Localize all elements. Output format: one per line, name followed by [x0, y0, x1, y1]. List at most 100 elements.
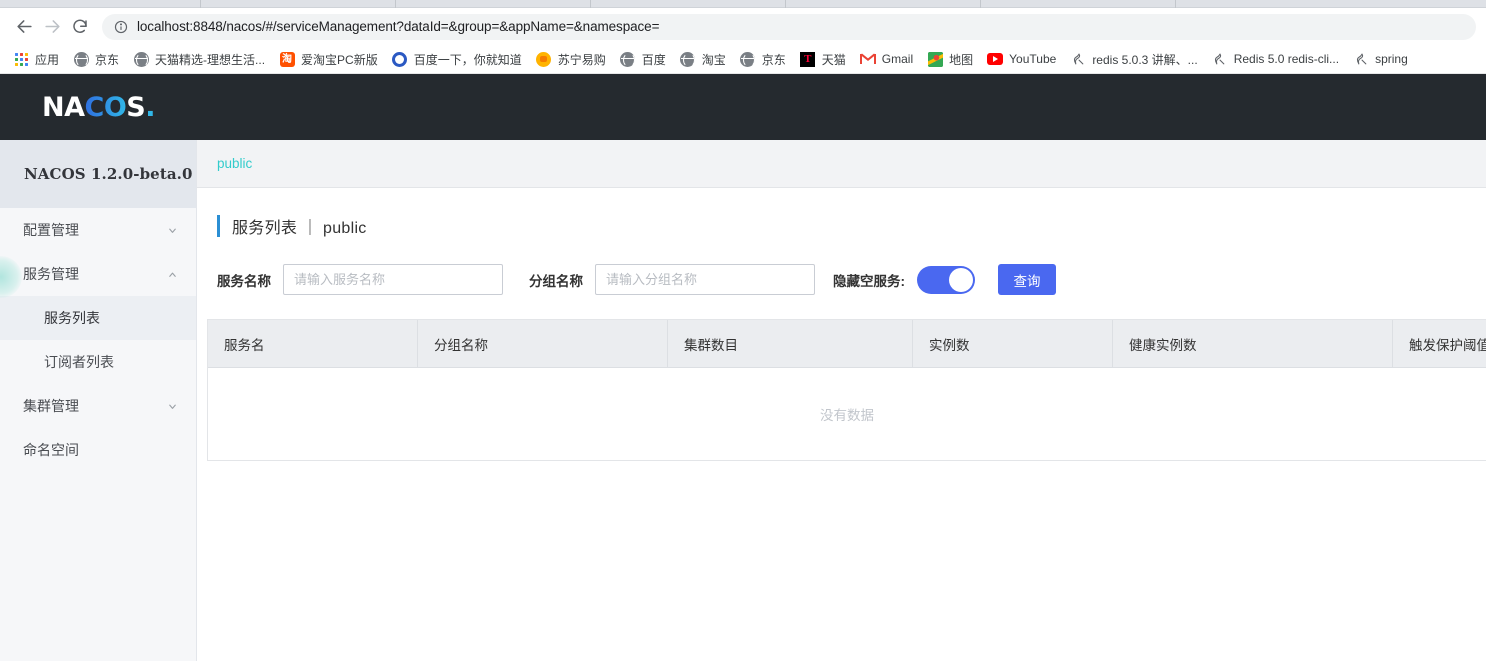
- bookmark-label: spring: [1375, 52, 1408, 66]
- table-header-instance-count[interactable]: 实例数: [913, 320, 1113, 367]
- sidebar-item-service-management[interactable]: 服务管理: [0, 252, 196, 296]
- bookmark-baidu-search[interactable]: 百度一下，你就知道: [385, 48, 529, 70]
- chevron-down-icon: [167, 225, 178, 236]
- bookmark-itaobao[interactable]: 淘 爱淘宝PC新版: [272, 48, 385, 70]
- table-body: 没有数据: [208, 368, 1486, 460]
- bookmark-tmall-select[interactable]: 天猫精选-理想生活...: [126, 48, 272, 70]
- globe-icon: [680, 51, 696, 67]
- table-header-group-name[interactable]: 分组名称: [418, 320, 668, 367]
- nacos-logo[interactable]: NA CO S.: [42, 92, 155, 123]
- arrow-right-icon: [44, 20, 60, 33]
- tab-strip[interactable]: [0, 0, 1486, 8]
- namespace-tab-public[interactable]: public: [217, 156, 252, 171]
- bookmark-icon: [1212, 51, 1228, 67]
- sidebar-version-label: NACOS 1.2.0-beta.0: [0, 140, 196, 208]
- logo-dot: .: [145, 91, 155, 123]
- bookmark-gmail[interactable]: Gmail: [853, 48, 920, 70]
- logo-part-s: S: [126, 91, 146, 123]
- globe-icon: [73, 51, 89, 67]
- forward-button[interactable]: [38, 13, 66, 41]
- bookmarks-bar: 应用 京东 天猫精选-理想生活... 淘 爱淘宝PC新版 百度一下，你就知道 苏…: [0, 45, 1486, 74]
- sidebar-item-label: 服务列表: [44, 310, 100, 326]
- info-circle-icon[interactable]: [114, 20, 128, 34]
- globe-icon: [620, 51, 636, 67]
- bookmark-label: 百度一下，你就知道: [413, 52, 522, 67]
- globe-icon: [740, 51, 756, 67]
- tab-separator: [980, 0, 981, 8]
- sidebar-item-cluster-management[interactable]: 集群管理: [0, 384, 196, 428]
- apps-grid-icon: [13, 51, 29, 67]
- tmall-icon: T: [800, 51, 816, 67]
- reload-button[interactable]: [66, 13, 94, 41]
- tab-separator: [200, 0, 201, 8]
- nacos-app: NA CO S. NACOS 1.2.0-beta.0 配置管理 服务管理 服务列表: [0, 74, 1486, 661]
- page-title-row: 服务列表 ｜ public: [197, 188, 1486, 238]
- maps-icon: [927, 51, 943, 67]
- taobao-icon: 淘: [279, 51, 295, 67]
- chevron-down-icon: [167, 401, 178, 412]
- bookmark-jd-2[interactable]: 京东: [733, 48, 793, 70]
- bookmark-taobao[interactable]: 淘宝: [673, 48, 733, 70]
- bookmark-jd-1[interactable]: 京东: [66, 48, 126, 70]
- bookmark-label: Redis 5.0 redis-cli...: [1233, 52, 1340, 66]
- chevron-up-icon: [167, 269, 178, 280]
- bookmark-label: YouTube: [1009, 52, 1057, 66]
- bookmark-baidu[interactable]: 百度: [613, 48, 673, 70]
- bookmark-spring[interactable]: spring: [1346, 48, 1415, 70]
- bookmark-redis-tutorial[interactable]: redis 5.0.3 讲解、...: [1063, 48, 1204, 70]
- table-header-service-name[interactable]: 服务名: [208, 320, 418, 367]
- sidebar-item-namespace[interactable]: 命名空间: [0, 428, 196, 472]
- bookmark-label: 爱淘宝PC新版: [301, 52, 378, 67]
- breadcrumb: public: [197, 140, 1486, 188]
- back-button[interactable]: [10, 13, 38, 41]
- sidebar-item-label: 服务管理: [23, 266, 79, 282]
- service-name-label: 服务名称: [217, 273, 271, 289]
- arrow-left-icon: [16, 20, 32, 33]
- sidebar-item-subscriber-list[interactable]: 订阅者列表: [0, 340, 196, 384]
- table-header-protection-threshold[interactable]: 触发保护阈值: [1393, 320, 1486, 367]
- gmail-icon: [859, 51, 876, 67]
- content-area: public 服务列表 ｜ public 服务名称 分组名称 隐藏空服务: 查询: [197, 140, 1486, 661]
- browser-toolbar: localhost:8848/nacos/#/serviceManagement…: [0, 8, 1486, 45]
- hide-empty-service-toggle[interactable]: [917, 265, 975, 294]
- bookmark-suning[interactable]: 苏宁易购: [529, 48, 613, 70]
- bookmark-label: 京东: [95, 52, 120, 67]
- table-header-row: 服务名 分组名称 集群数目 实例数 健康实例数 触发保护阈值: [208, 320, 1486, 368]
- bookmark-tmall[interactable]: T 天猫: [793, 48, 853, 70]
- reload-icon: [73, 19, 87, 33]
- bookmark-label: 苏宁易购: [557, 52, 606, 67]
- bookmark-youtube[interactable]: YouTube: [980, 48, 1063, 70]
- bookmark-apps[interactable]: 应用: [6, 48, 66, 70]
- bookmark-label: 天猫精选-理想生活...: [155, 52, 266, 67]
- url-text: localhost:8848/nacos/#/serviceManagement…: [137, 19, 660, 34]
- table-header-healthy-instance-count[interactable]: 健康实例数: [1113, 320, 1393, 367]
- sidebar-item-label: 命名空间: [23, 442, 79, 458]
- sidebar-item-config-management[interactable]: 配置管理: [0, 208, 196, 252]
- logo-part-co: CO: [84, 91, 127, 123]
- bookmark-label: 淘宝: [701, 52, 726, 67]
- tab-separator: [590, 0, 591, 8]
- search-input-service-name[interactable]: [283, 264, 503, 295]
- browser-chrome: localhost:8848/nacos/#/serviceManagement…: [0, 0, 1486, 74]
- bookmark-redis-cli[interactable]: Redis 5.0 redis-cli...: [1205, 48, 1346, 70]
- globe-icon: [133, 51, 149, 67]
- app-header: NA CO S.: [0, 74, 1486, 140]
- bookmark-label: 应用: [35, 52, 60, 67]
- empty-state-text: 没有数据: [820, 408, 874, 423]
- bookmark-maps[interactable]: 地图: [920, 48, 980, 70]
- youtube-icon: [987, 51, 1004, 67]
- sidebar-item-service-list[interactable]: 服务列表: [0, 296, 196, 340]
- toggle-knob: [949, 267, 973, 292]
- sidebar: NACOS 1.2.0-beta.0 配置管理 服务管理 服务列表 订阅者列表: [0, 140, 197, 661]
- hide-empty-service-label: 隐藏空服务:: [833, 273, 905, 289]
- bookmark-label: 京东: [761, 52, 786, 67]
- address-bar[interactable]: localhost:8848/nacos/#/serviceManagement…: [102, 13, 1476, 40]
- title-accent-bar: [217, 215, 220, 237]
- search-input-group-name[interactable]: [595, 264, 815, 295]
- bookmark-icon: [1353, 51, 1369, 67]
- table-header-cluster-count[interactable]: 集群数目: [668, 320, 913, 367]
- group-name-label: 分组名称: [529, 273, 583, 289]
- logo-part-na: NA: [42, 91, 85, 123]
- query-button[interactable]: 查询: [998, 264, 1056, 295]
- bookmark-label: 天猫: [821, 52, 846, 67]
